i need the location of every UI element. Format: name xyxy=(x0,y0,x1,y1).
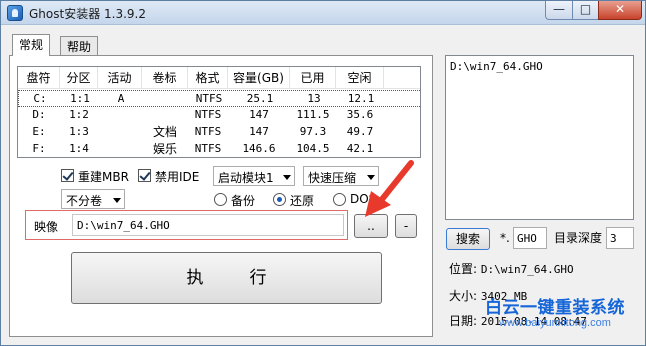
extension-value: GHO xyxy=(517,232,537,245)
disable-ide-checkbox[interactable]: 禁用IDE xyxy=(138,167,204,184)
image-label: 映像 xyxy=(34,220,59,234)
image-file-item[interactable]: D:\win7_64.GHO xyxy=(450,60,543,73)
execute-button[interactable]: 执行 xyxy=(71,252,382,304)
cell-drive: E: xyxy=(32,125,46,138)
cell-active: A xyxy=(117,92,125,105)
boot-module-select[interactable]: 启动模块1 xyxy=(213,166,295,186)
partition-table[interactable]: 盘符 分区 活动 卷标 格式 容量(GB) 已用 空闲 C: 1:1 A NTF… xyxy=(17,66,421,158)
col-partition[interactable]: 分区 xyxy=(60,67,98,89)
radio-unchecked-icon xyxy=(333,193,346,206)
cell-active xyxy=(98,141,142,157)
disable-ide-label: 禁用IDE xyxy=(155,170,200,184)
image-path-value: D:\win7_64.GHO xyxy=(77,219,170,232)
maximize-button[interactable]: □ xyxy=(572,1,599,20)
red-arrow-annotation-icon xyxy=(365,160,414,217)
col-active[interactable]: 活动 xyxy=(98,67,142,89)
cell-partition: 1:2 xyxy=(69,108,89,121)
boot-module-value: 启动模块1 xyxy=(218,171,274,185)
window-title: Ghost安装器 1.3.9.2 xyxy=(29,7,147,21)
cell-format: NTFS xyxy=(194,108,222,121)
split-volume-value: 不分卷 xyxy=(66,194,103,208)
col-label[interactable]: 卷标 xyxy=(142,67,188,89)
date-label: 日期: xyxy=(449,314,478,328)
cell-free: 12.1 xyxy=(347,92,375,105)
table-row[interactable]: C: 1:1 A NTFS 25.1 13 12.1 xyxy=(18,90,420,107)
mode-restore-radio[interactable]: 还原 xyxy=(273,191,321,208)
mode-restore-label: 还原 xyxy=(290,194,315,208)
cell-used: 97.3 xyxy=(299,125,327,138)
cell-capacity: 147 xyxy=(249,108,269,121)
table-row[interactable]: E: 1:3 文档 NTFS 147 97.3 49.7 xyxy=(18,124,420,141)
extension-prefix: *. xyxy=(500,231,510,245)
table-row[interactable]: F: 1:4 娱乐 NTFS 146.6 104.5 42.1 xyxy=(18,141,420,157)
cell-format: NTFS xyxy=(195,92,223,105)
checkbox-checked-icon xyxy=(61,169,74,182)
image-path-input[interactable]: D:\win7_64.GHO xyxy=(72,214,344,236)
radio-unchecked-icon xyxy=(214,193,227,206)
image-file-list[interactable]: D:\win7_64.GHO xyxy=(445,55,634,220)
cell-used: 104.5 xyxy=(296,142,330,155)
col-format[interactable]: 格式 xyxy=(188,67,228,89)
cell-drive: D: xyxy=(32,108,46,121)
close-button[interactable]: ✕ xyxy=(598,1,642,20)
rebuild-mbr-checkbox[interactable]: 重建MBR xyxy=(61,167,137,184)
ghost-app-icon xyxy=(7,5,23,21)
table-row[interactable]: D: 1:2 NTFS 147 111.5 35.6 xyxy=(18,107,420,124)
cell-partition: 1:1 xyxy=(70,92,90,105)
radio-checked-icon xyxy=(273,193,286,206)
split-volume-select[interactable]: 不分卷 xyxy=(61,189,125,209)
cell-free: 35.6 xyxy=(346,108,374,121)
table-header: 盘符 分区 活动 卷标 格式 容量(GB) 已用 空闲 xyxy=(18,67,420,89)
location-label: 位置: xyxy=(449,262,478,276)
col-used[interactable]: 已用 xyxy=(290,67,336,89)
cell-label xyxy=(143,91,189,107)
depth-input[interactable]: 3 xyxy=(606,227,634,249)
cell-drive: C: xyxy=(33,92,47,105)
ghost-installer-window: Ghost安装器 1.3.9.2 — □ ✕ 常规 帮助 盘符 分区 活动 卷标… xyxy=(0,0,646,346)
mode-backup-radio[interactable]: 备份 xyxy=(214,191,262,208)
cell-label: 娱乐 xyxy=(152,142,177,156)
cell-capacity: 147 xyxy=(249,125,269,138)
cell-label xyxy=(142,107,188,123)
watermark-title: 白云一键重装系统 xyxy=(485,298,625,318)
cell-capacity: 146.6 xyxy=(242,142,276,155)
tab-general[interactable]: 常规 xyxy=(12,34,51,56)
compression-value: 快速压缩 xyxy=(308,171,357,185)
cell-used: 111.5 xyxy=(296,108,330,121)
cell-capacity: 25.1 xyxy=(246,92,274,105)
cell-free: 49.7 xyxy=(346,125,374,138)
location-info: 位置: D:\win7_64.GHO xyxy=(449,260,574,277)
minimize-button[interactable]: — xyxy=(545,1,573,20)
depth-label: 目录深度 xyxy=(554,231,603,245)
cell-partition: 1:3 xyxy=(69,125,89,138)
image-path-group: 映像 D:\win7_64.GHO xyxy=(25,210,348,240)
cell-active xyxy=(98,107,142,123)
cell-format: NTFS xyxy=(194,142,222,155)
cell-partition: 1:4 xyxy=(69,142,89,155)
cell-drive: F: xyxy=(32,142,46,155)
chevron-down-icon xyxy=(113,198,121,203)
rebuild-mbr-label: 重建MBR xyxy=(78,170,129,184)
mode-backup-label: 备份 xyxy=(231,194,256,208)
location-value: D:\win7_64.GHO xyxy=(480,263,574,276)
tab-help[interactable]: 帮助 xyxy=(60,36,99,57)
site-watermark: 白云一键重装系统 www.baiyunxitong.com xyxy=(485,293,625,329)
col-free[interactable]: 空闲 xyxy=(336,67,384,89)
col-capacity[interactable]: 容量(GB) xyxy=(228,67,290,89)
search-button[interactable]: 搜索 xyxy=(446,228,490,250)
cell-label: 文档 xyxy=(152,125,177,139)
depth-value: 3 xyxy=(610,232,617,245)
chevron-down-icon xyxy=(283,175,291,180)
watermark-url: www.baiyunxitong.com xyxy=(499,317,611,329)
extension-input[interactable]: GHO xyxy=(513,227,547,249)
col-drive[interactable]: 盘符 xyxy=(18,67,60,89)
title-bar[interactable]: Ghost安装器 1.3.9.2 — □ ✕ xyxy=(1,1,645,25)
cell-format: NTFS xyxy=(194,125,222,138)
checkbox-checked-icon xyxy=(138,169,151,182)
cell-used: 13 xyxy=(307,92,321,105)
cell-free: 42.1 xyxy=(346,142,374,155)
size-label: 大小: xyxy=(449,289,478,303)
cell-active xyxy=(98,124,142,140)
